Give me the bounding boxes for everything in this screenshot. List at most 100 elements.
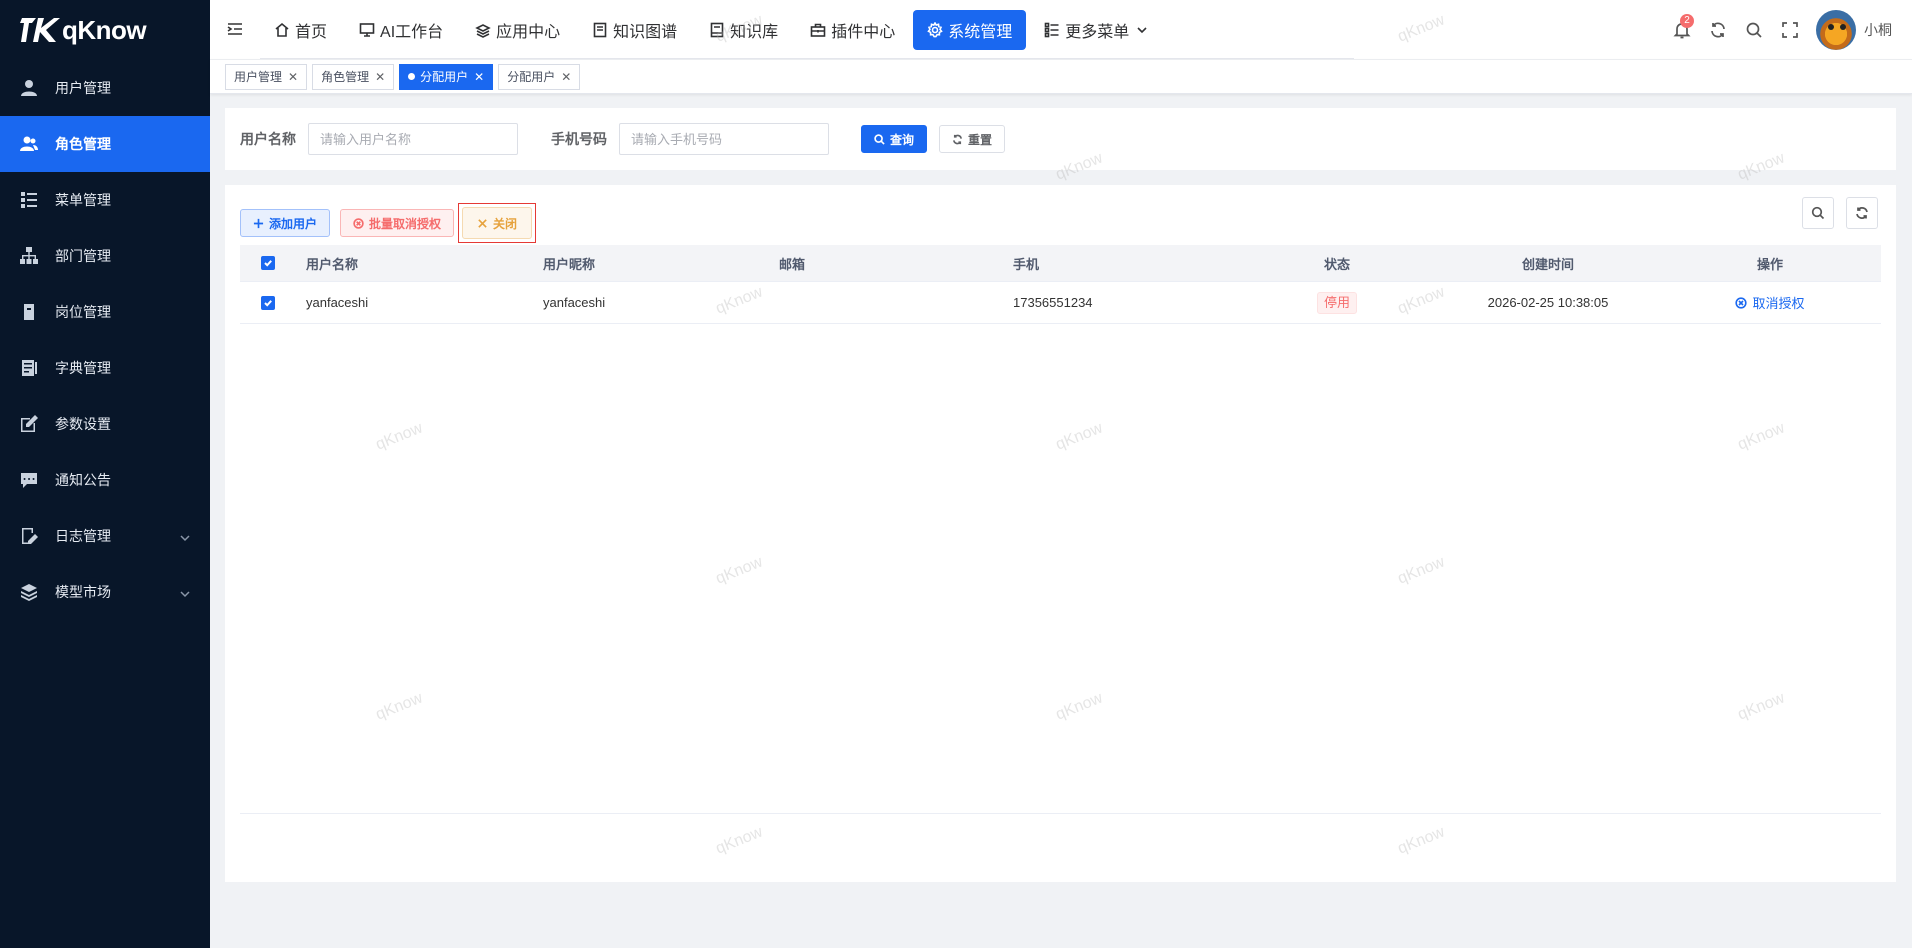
sidebar-item-log[interactable]: 日志管理: [0, 508, 210, 564]
add-user-button[interactable]: 添加用户: [240, 209, 331, 237]
user-icon: [20, 79, 38, 97]
user-name[interactable]: 小桐: [1864, 20, 1892, 40]
refresh-icon: [1711, 22, 1725, 38]
nav-item-label: 更多菜单: [1065, 24, 1130, 41]
nav-item-label: 首页: [295, 24, 328, 41]
batch-cancel-auth-label: 批量取消授权: [369, 216, 442, 231]
cell-status: 停用: [1237, 291, 1437, 314]
refresh-icon: [953, 134, 962, 144]
tree-table-icon: [20, 191, 38, 209]
nav-item-plugin-center[interactable]: 插件中心: [796, 10, 909, 50]
table-row[interactable]: yanfaceshi yanfaceshi 17356551234 停用 202…: [240, 282, 1881, 324]
sidebar-item-dept[interactable]: 部门管理: [0, 228, 210, 284]
header-email: 邮箱: [779, 256, 806, 272]
top-nav: 首页 AI工作台 应用中心 知识图谱 知识库 插件中心 系统管理 更多菜单: [260, 10, 1165, 50]
nav-item-home[interactable]: 首页: [260, 10, 341, 50]
main-panel: 添加用户 批量取消授权 关闭 用户名称 用户昵称 邮箱 手机 状态 创建时间 操…: [225, 185, 1896, 882]
post-icon: [20, 303, 38, 321]
tree-icon: [20, 247, 38, 265]
phone-label: 手机号码: [551, 131, 607, 147]
username-input[interactable]: [308, 123, 518, 155]
close-icon[interactable]: ✕: [474, 70, 484, 84]
tag-label: 分配用户: [420, 70, 469, 84]
header-username: 用户名称: [306, 256, 359, 272]
close-button-label: 关闭: [493, 216, 518, 231]
action-toolbar: 添加用户 批量取消授权 关闭: [240, 203, 537, 243]
sidebar-item-notice[interactable]: 通知公告: [0, 452, 210, 508]
header-status: 状态: [1323, 256, 1350, 272]
tag-label: 角色管理: [321, 70, 370, 84]
table-bottom-border: [240, 813, 1881, 814]
cell-nickname: yanfaceshi: [543, 295, 606, 310]
sidebar-item-label: 用户管理: [55, 80, 111, 96]
refresh-button[interactable]: [1700, 12, 1736, 48]
sidebar-item-config[interactable]: 参数设置: [0, 396, 210, 452]
toggle-search-button[interactable]: [1802, 197, 1834, 229]
edit-icon: [20, 415, 38, 433]
reset-button-label: 重置: [968, 132, 993, 147]
nav-item-ai-workbench[interactable]: AI工作台: [345, 10, 457, 50]
refresh-table-button[interactable]: [1846, 197, 1878, 229]
home-icon: [275, 22, 289, 37]
avatar[interactable]: [1816, 10, 1856, 50]
message-icon: [20, 471, 38, 489]
search-icon: [874, 133, 885, 145]
sidebar-item-label: 参数设置: [55, 416, 111, 432]
sidebar-item-label: 通知公告: [55, 472, 111, 488]
model-icon: [20, 583, 38, 601]
reset-button[interactable]: 重置: [939, 125, 1006, 153]
header-created: 创建时间: [1521, 256, 1574, 272]
sidebar-item-label: 菜单管理: [55, 192, 111, 208]
sidebar-item-model-market[interactable]: 模型市场: [0, 564, 210, 620]
tags-view: 用户管理 ✕ 角色管理 ✕ 分配用户 ✕ 分配用户 ✕: [210, 60, 1912, 94]
top-header: 首页 AI工作台 应用中心 知识图谱 知识库 插件中心 系统管理 更多菜单 2 …: [210, 0, 1912, 60]
sidebar-item-post[interactable]: 岗位管理: [0, 284, 210, 340]
row-checkbox[interactable]: [261, 295, 275, 310]
tag-assign-user-active[interactable]: 分配用户 ✕: [399, 63, 494, 90]
sidebar-item-menu[interactable]: 菜单管理: [0, 172, 210, 228]
select-all-checkbox[interactable]: [261, 256, 275, 270]
close-icon[interactable]: ✕: [561, 70, 571, 84]
header-tools: 2 小桐: [1664, 10, 1892, 50]
nav-item-knowledge-base[interactable]: 知识库: [695, 10, 792, 50]
cell-ops: 取消授权: [1659, 293, 1881, 312]
tag-role-management[interactable]: 角色管理 ✕: [312, 63, 395, 90]
tag-user-management[interactable]: 用户管理 ✕: [225, 63, 308, 90]
close-button[interactable]: 关闭: [462, 207, 533, 239]
cancel-auth-link[interactable]: 取消授权: [1735, 293, 1805, 312]
fullscreen-button[interactable]: [1772, 12, 1808, 48]
tag-assign-user[interactable]: 分配用户 ✕: [498, 63, 581, 90]
chevron-down-icon: [180, 586, 190, 598]
cell-username: yanfaceshi: [306, 295, 369, 310]
sidebar-menu: 用户管理 角色管理 菜单管理 部门管理 岗位管理 字典管理 参数设置 通知公告: [0, 60, 210, 620]
sidebar-item-dict[interactable]: 字典管理: [0, 340, 210, 396]
circle-close-icon: [353, 217, 364, 229]
chevron-down-icon: [1137, 27, 1147, 34]
table-header: 用户名称 用户昵称 邮箱 手机 状态 创建时间 操作: [240, 245, 1881, 282]
sidebar-item-label: 日志管理: [55, 528, 111, 544]
nav-item-more-menu[interactable]: 更多菜单: [1030, 10, 1161, 50]
notification-button[interactable]: 2: [1664, 12, 1700, 48]
nav-item-app-center[interactable]: 应用中心: [461, 10, 574, 50]
check-icon: [264, 260, 272, 267]
query-button[interactable]: 查询: [861, 125, 928, 153]
hamburger-fold-icon[interactable]: [226, 20, 244, 38]
sidebar-item-user[interactable]: 用户管理: [0, 60, 210, 116]
chevron-down-icon: [180, 530, 190, 542]
nav-item-label: AI工作台: [380, 24, 444, 41]
nav-item-knowledge-graph[interactable]: 知识图谱: [578, 10, 691, 50]
close-icon[interactable]: ✕: [375, 70, 385, 84]
logo[interactable]: qKnow: [0, 0, 210, 60]
nav-item-label: 知识库: [730, 24, 779, 41]
phone-input[interactable]: [619, 123, 829, 155]
sidebar-item-role[interactable]: 角色管理: [0, 116, 210, 172]
close-icon[interactable]: ✕: [288, 70, 298, 84]
active-dot-icon: [408, 73, 416, 80]
search-button[interactable]: [1736, 12, 1772, 48]
peoples-icon: [20, 135, 38, 153]
nav-item-label: 系统管理: [948, 24, 1013, 41]
batch-cancel-auth-button[interactable]: 批量取消授权: [340, 209, 455, 237]
tag-label: 分配用户: [507, 70, 556, 84]
nav-divider: [260, 58, 1354, 59]
nav-item-system-management[interactable]: 系统管理: [913, 10, 1027, 50]
